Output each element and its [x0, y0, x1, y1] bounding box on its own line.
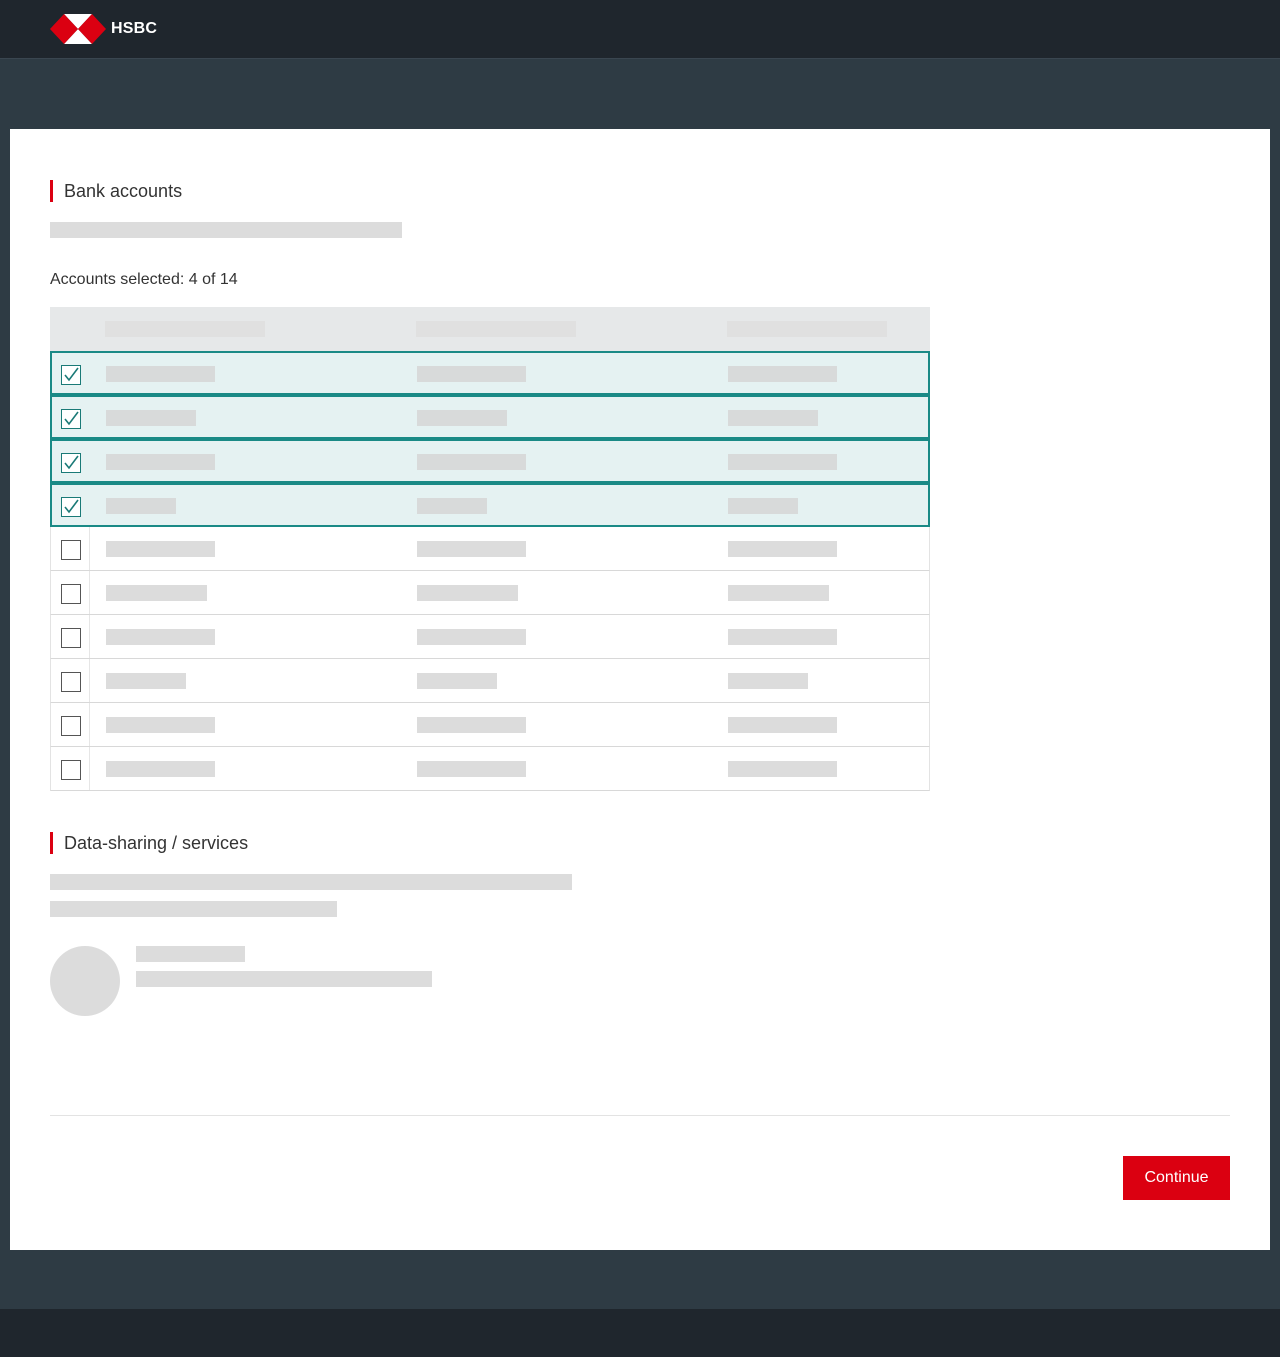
checkbox-unchecked[interactable]	[61, 628, 81, 648]
service-detail-placeholder	[136, 971, 432, 987]
account-cell-placeholder	[728, 629, 837, 645]
checkmark-icon	[64, 367, 79, 382]
checkbox-unchecked[interactable]	[61, 672, 81, 692]
account-row[interactable]	[50, 571, 930, 615]
account-cell-placeholder	[417, 629, 526, 645]
account-cell-placeholder	[728, 541, 837, 557]
main-card: Bank accounts Accounts selected: 4 of 14…	[10, 129, 1270, 1250]
table-header	[50, 307, 930, 351]
account-cell-placeholder	[417, 454, 526, 470]
checkbox-unchecked[interactable]	[61, 584, 81, 604]
accounts-selected-count: Accounts selected: 4 of 14	[50, 271, 238, 288]
heading-accent-bar	[50, 832, 53, 854]
account-cell-placeholder	[417, 585, 518, 601]
account-cell-placeholder	[106, 717, 215, 733]
account-cell-placeholder	[417, 410, 507, 426]
account-cell-placeholder	[106, 454, 215, 470]
accounts-table	[50, 307, 930, 791]
bank-accounts-heading: Bank accounts	[50, 180, 182, 202]
service-name-placeholder	[136, 946, 245, 962]
data-sharing-text-placeholder-1	[50, 874, 572, 890]
account-cell-placeholder	[417, 761, 526, 777]
account-row[interactable]	[50, 747, 930, 791]
account-cell-placeholder	[417, 498, 487, 514]
account-row[interactable]	[50, 703, 930, 747]
account-cell-placeholder	[728, 717, 837, 733]
description-placeholder	[50, 222, 402, 238]
account-cell-placeholder	[728, 366, 837, 382]
table-body	[50, 351, 930, 791]
account-cell-placeholder	[728, 410, 818, 426]
account-cell-placeholder	[106, 410, 196, 426]
account-cell-placeholder	[106, 761, 215, 777]
checkbox-checked[interactable]	[61, 497, 81, 517]
bank-accounts-title: Bank accounts	[64, 180, 183, 201]
heading-accent-bar	[50, 180, 53, 202]
account-cell-placeholder	[417, 673, 497, 689]
column-header-placeholder-2	[416, 321, 576, 337]
account-cell-placeholder	[106, 498, 176, 514]
account-cell-placeholder	[106, 629, 215, 645]
account-cell-placeholder	[728, 673, 808, 689]
account-cell-placeholder	[417, 366, 526, 382]
data-sharing-title: Data-sharing / services	[64, 832, 249, 853]
data-sharing-heading: Data-sharing / services	[50, 832, 248, 854]
account-cell-placeholder	[728, 585, 829, 601]
checkbox-unchecked[interactable]	[61, 716, 81, 736]
checkmark-icon	[64, 411, 79, 426]
checkbox-unchecked[interactable]	[61, 540, 81, 560]
account-row[interactable]	[50, 483, 930, 527]
account-cell-placeholder	[417, 717, 526, 733]
service-avatar	[50, 946, 120, 1016]
checkbox-checked[interactable]	[61, 365, 81, 385]
account-row[interactable]	[50, 659, 930, 703]
account-cell-placeholder	[728, 454, 837, 470]
account-cell-placeholder	[106, 366, 215, 382]
checkmark-icon	[64, 499, 79, 514]
data-sharing-text-placeholder-2	[50, 901, 337, 917]
account-cell-placeholder	[106, 541, 215, 557]
column-header-placeholder-1	[105, 321, 265, 337]
account-row[interactable]	[50, 351, 930, 395]
account-row[interactable]	[50, 615, 930, 659]
account-cell-placeholder	[728, 761, 837, 777]
page-footer	[0, 1309, 1280, 1357]
hexagon-logo-icon	[50, 14, 106, 44]
account-cell-placeholder	[106, 673, 186, 689]
top-navigation-bar: HSBC	[0, 0, 1280, 59]
account-cell-placeholder	[106, 585, 207, 601]
account-row[interactable]	[50, 439, 930, 483]
checkmark-icon	[64, 455, 79, 470]
account-cell-placeholder	[728, 498, 798, 514]
checkbox-checked[interactable]	[61, 453, 81, 473]
footer-divider	[50, 1115, 1230, 1116]
account-row[interactable]	[50, 395, 930, 439]
checkbox-checked[interactable]	[61, 409, 81, 429]
checkbox-unchecked[interactable]	[61, 760, 81, 780]
brand-name: HSBC	[111, 20, 158, 37]
account-row[interactable]	[50, 527, 930, 571]
account-cell-placeholder	[417, 541, 526, 557]
continue-button[interactable]: Continue	[1123, 1156, 1230, 1200]
column-header-placeholder-3	[727, 321, 887, 337]
hsbc-logo[interactable]: HSBC	[50, 14, 157, 44]
